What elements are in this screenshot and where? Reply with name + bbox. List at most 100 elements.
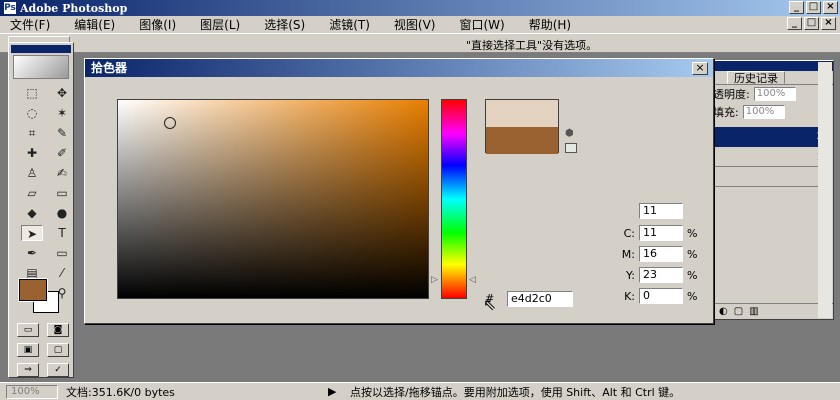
menu-layer[interactable]: 图层(L) [200, 16, 240, 33]
layer-style-icon[interactable]: ◐ [719, 304, 728, 319]
tab-history[interactable]: 历史记录 [727, 71, 785, 85]
window-controls: _ □ × [789, 1, 838, 14]
quickmask-mode-icon[interactable]: ◙ [47, 323, 69, 337]
yellow-field[interactable]: 23 [639, 267, 683, 283]
type-tool-icon[interactable]: T [51, 225, 73, 241]
k-top-field[interactable]: 11 [639, 203, 683, 219]
hue-slider-right-arrow-icon[interactable]: ◁ [469, 275, 476, 285]
websafe-color-swatch[interactable] [565, 143, 577, 153]
magic-wand-tool-icon[interactable]: ✶ [51, 105, 73, 121]
dialog-close-button[interactable]: × [692, 62, 708, 75]
status-bar: 100% 文档:351.6K/0 bytes ▶ 点按以选择/拖移锚点。要用附加… [0, 382, 840, 400]
menu-edit[interactable]: 编辑(E) [74, 16, 115, 33]
status-menu-arrow-icon[interactable]: ▶ [328, 385, 338, 398]
mouse-cursor-icon: ⇖ [483, 295, 497, 314]
blur-tool-icon[interactable]: ◆ [21, 205, 43, 221]
dodge-tool-icon[interactable]: ● [51, 205, 73, 221]
shape-tool-icon[interactable]: ▭ [51, 245, 73, 261]
maximize-button[interactable]: □ [806, 1, 821, 14]
opacity-label: 透明度: [713, 88, 750, 101]
hue-slider-left-arrow-icon[interactable]: ▷ [431, 275, 438, 285]
color-picker-dialog: 拾色器 × ▷ ◁ ⬢ 11 C: 11 % M: 16 % Y: 23 % K… [84, 58, 714, 324]
fill-field[interactable]: 100% [742, 105, 785, 119]
fill-label: 填充: [713, 106, 739, 119]
current-color-swatch[interactable] [486, 127, 558, 154]
fill-row: 填充: 100% [705, 103, 833, 121]
color-field[interactable] [117, 99, 429, 299]
magenta-label: M: [621, 248, 635, 261]
foreground-color-swatch[interactable] [18, 278, 48, 302]
cyan-field[interactable]: 11 [639, 225, 683, 241]
options-bar: "直接选择工具"没有选项。 [0, 33, 840, 53]
panel-titlebar[interactable] [705, 61, 833, 71]
menu-filter[interactable]: 滤镜(T) [329, 16, 370, 33]
feather-logo[interactable] [13, 55, 69, 79]
layer-item-locked[interactable] [711, 169, 827, 187]
doc-maximize-button[interactable]: □ [804, 17, 819, 30]
black-label: K: [624, 290, 635, 303]
color-preview [485, 99, 559, 154]
menu-window[interactable]: 窗口(W) [459, 16, 504, 33]
doc-minimize-button[interactable]: _ [787, 17, 802, 30]
menu-bar: 文件(F) 编辑(E) 图像(I) 图层(L) 选择(S) 滤镜(T) 视图(V… [0, 16, 840, 33]
move-tool-icon[interactable]: ✥ [51, 85, 73, 101]
screen-mode-full-icon[interactable]: ▢ [47, 343, 69, 357]
document-info[interactable]: 文档:351.6K/0 bytes [66, 384, 322, 400]
menu-select[interactable]: 选择(S) [264, 16, 305, 33]
history-brush-icon[interactable]: ✍ [51, 165, 73, 181]
brush-tool-icon[interactable]: ✐ [51, 145, 73, 161]
menu-image[interactable]: 图像(I) [139, 16, 176, 33]
menu-view[interactable]: 视图(V) [394, 16, 436, 33]
new-color-swatch [486, 100, 558, 127]
layers-panel: 历史记录 透明度: 100% 填充: 100% 2 1 ◐ ▢ ▥ [704, 60, 834, 320]
menu-file[interactable]: 文件(F) [10, 16, 50, 33]
trash-icon[interactable]: ▥ [749, 304, 758, 319]
tool-grid: ⬚ ✥ ◌ ✶ ⌗ ✎ ✚ ✐ ♙ ✍ ▱ ▭ ◆ ● ➤ T ✒ ▭ ▤ ⁄ … [21, 85, 73, 301]
pen-tool-icon[interactable]: ✒ [21, 245, 43, 261]
magenta-percent: % [687, 248, 698, 261]
document-controls: _ □ × [787, 17, 836, 30]
panel-tabs: 历史记录 [705, 71, 833, 85]
mode-buttons: ▭ ◙ ▣ ▢ ⇒ ✓ [17, 323, 71, 377]
cyan-percent: % [687, 227, 698, 240]
imageready-jump-icon[interactable]: ⇒ [17, 363, 39, 377]
photoshop-icon: Ps [4, 2, 16, 14]
title-bar: Ps Adobe Photoshop _ □ × [0, 0, 840, 16]
status-message: 点按以选择/拖移锚点。要用附加选项，使用 Shift、Alt 和 Ctrl 键。 [350, 385, 681, 399]
menu-help[interactable]: 帮助(H) [529, 16, 571, 33]
standard-mode-icon[interactable]: ▭ [17, 323, 39, 337]
marquee-tool-icon[interactable]: ⬚ [21, 85, 43, 101]
hex-value-field[interactable]: e4d2c0 [507, 291, 573, 307]
dialog-title[interactable]: 拾色器 [85, 59, 713, 77]
zoom-field[interactable]: 100% [6, 384, 58, 399]
lasso-tool-icon[interactable]: ◌ [21, 105, 43, 121]
doc-close-button[interactable]: × [821, 17, 836, 30]
toolbox-titlebar[interactable] [11, 45, 71, 53]
new-layer-icon[interactable]: ▢ [734, 304, 743, 319]
close-button[interactable]: × [823, 1, 838, 14]
eraser-tool-icon[interactable]: ▱ [21, 185, 43, 201]
yellow-label: Y: [626, 269, 635, 282]
toolbox: ⬚ ✥ ◌ ✶ ⌗ ✎ ✚ ✐ ♙ ✍ ▱ ▭ ◆ ● ➤ T ✒ ▭ ▤ ⁄ … [8, 42, 74, 378]
stamp-tool-icon[interactable]: ♙ [21, 165, 43, 181]
screen-mode-standard-icon[interactable]: ▣ [17, 343, 39, 357]
panel-scrollbar[interactable] [818, 62, 832, 318]
slice-tool-icon[interactable]: ✎ [51, 125, 73, 141]
healing-brush-icon[interactable]: ✚ [21, 145, 43, 161]
opacity-field[interactable]: 100% [753, 87, 796, 101]
gamut-warning-icon[interactable]: ⬢ [565, 129, 577, 139]
hue-slider[interactable] [441, 99, 467, 299]
gradient-tool-icon[interactable]: ▭ [51, 185, 73, 201]
layer-item[interactable]: 1 [711, 149, 827, 167]
minimize-button[interactable]: _ [789, 1, 804, 14]
crop-tool-icon[interactable]: ⌗ [21, 125, 43, 141]
direct-selection-tool-icon[interactable]: ➤ [21, 225, 43, 241]
black-field[interactable]: 0 [639, 288, 683, 304]
magenta-field[interactable]: 16 [639, 246, 683, 262]
layer-item-selected[interactable]: 2 [711, 127, 827, 147]
panel-footer: ◐ ▢ ▥ [705, 303, 833, 319]
options-hint: "直接选择工具"没有选项。 [466, 39, 598, 52]
extra-tool-icon[interactable]: ✓ [47, 363, 69, 377]
app-title: Adobe Photoshop [20, 1, 128, 15]
color-field-marker[interactable] [164, 117, 176, 129]
